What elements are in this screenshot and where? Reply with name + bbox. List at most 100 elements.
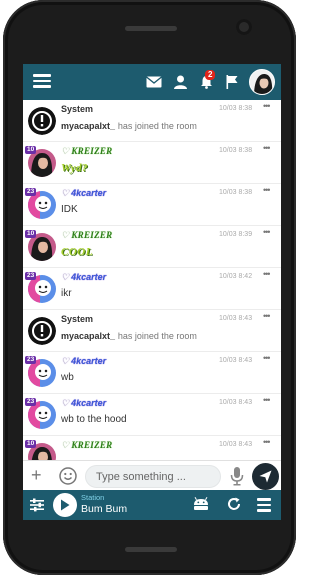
user-icon[interactable] — [167, 68, 193, 96]
timestamp: 10/03 8:38 — [219, 147, 253, 154]
list-item[interactable]: 23 ♡ 4kcarter wb 10/03 8:43 ••• — [23, 352, 281, 394]
player-menu-icon[interactable] — [257, 498, 271, 515]
system-message: has joined the room — [117, 331, 197, 341]
username[interactable]: ♡ 4kcarter — [61, 271, 106, 283]
equalizer-icon[interactable] — [29, 497, 45, 513]
more-options-icon[interactable]: ••• — [263, 101, 271, 111]
send-icon — [259, 470, 272, 483]
front-camera — [236, 19, 252, 35]
earpiece-speaker — [125, 26, 177, 31]
timestamp: 10/03 8:38 — [219, 105, 253, 112]
level-badge: 23 — [25, 398, 37, 406]
android-icon[interactable] — [192, 496, 210, 512]
radio-player-bar: Station Bum Bum — [23, 490, 281, 520]
heart-icon: ♡ — [61, 272, 70, 282]
notification-badge: 2 — [205, 70, 216, 80]
play-icon — [61, 499, 70, 511]
timestamp: 10/03 8:43 — [219, 441, 253, 448]
username[interactable]: System — [61, 313, 93, 325]
message-text: wb to the hood — [61, 414, 127, 425]
send-button[interactable] — [252, 463, 279, 490]
actor-name: myacapalxt_ — [61, 121, 116, 131]
username[interactable]: System — [61, 103, 93, 115]
chat-messages[interactable]: System myacapalxt_ has joined the room 1… — [23, 100, 281, 460]
app-screen: 2 System myacapalxt_ has joined the room… — [23, 64, 281, 520]
username-text: KREIZER — [71, 440, 113, 450]
more-options-icon[interactable]: ••• — [263, 143, 271, 153]
message-text: COOL — [61, 246, 93, 258]
message-text: myacapalxt_ has joined the room — [61, 120, 197, 133]
more-options-icon[interactable]: ••• — [263, 353, 271, 363]
list-item[interactable]: 10 ♡ KREIZER Wyd? 10/03 8:38 ••• — [23, 142, 281, 184]
flag-icon[interactable] — [219, 68, 245, 96]
more-options-icon[interactable]: ••• — [263, 227, 271, 237]
list-item[interactable]: System myacapalxt_ has joined the room 1… — [23, 310, 281, 352]
heart-icon: ♡ — [61, 356, 70, 366]
timestamp: 10/03 8:43 — [219, 315, 253, 322]
heart-icon: ♡ — [61, 146, 70, 156]
message-text: myacapalxt_ has joined the room — [61, 330, 197, 343]
level-badge: 23 — [25, 272, 37, 280]
more-options-icon[interactable]: ••• — [263, 395, 271, 405]
username[interactable]: ♡ KREIZER — [61, 439, 113, 451]
message-text: Wyd? — [61, 162, 89, 174]
microphone-icon[interactable] — [230, 466, 244, 486]
top-bar: 2 — [23, 64, 281, 100]
username[interactable]: ♡ 4kcarter — [61, 355, 106, 367]
level-badge: 10 — [25, 230, 37, 238]
username-text: 4kcarter — [71, 356, 107, 366]
level-badge: 23 — [25, 356, 37, 364]
username-text: KREIZER — [71, 146, 113, 156]
heart-icon: ♡ — [61, 230, 70, 240]
list-item[interactable]: 23 ♡ 4kcarter wb to the hood 10/03 8:43 •… — [23, 394, 281, 436]
refresh-icon[interactable] — [226, 496, 242, 512]
menu-icon[interactable] — [33, 74, 51, 88]
level-badge: 10 — [25, 440, 37, 448]
list-item[interactable]: 23 ♡ 4kcarter IDK 10/03 8:38 ••• — [23, 184, 281, 226]
system-message: has joined the room — [117, 121, 197, 131]
level-badge: 23 — [25, 188, 37, 196]
plus-icon[interactable]: + — [31, 465, 42, 485]
actor-name: myacapalxt_ — [61, 331, 116, 341]
timestamp: 10/03 8:43 — [219, 357, 253, 364]
heart-icon: ♡ — [61, 398, 70, 408]
username[interactable]: ♡ 4kcarter — [61, 397, 106, 409]
more-options-icon[interactable]: ••• — [263, 185, 271, 195]
mail-icon[interactable] — [141, 68, 167, 96]
more-options-icon[interactable]: ••• — [263, 311, 271, 321]
username[interactable]: ♡ KREIZER — [61, 229, 113, 241]
avatar[interactable] — [249, 69, 275, 95]
message-text: wb — [61, 372, 74, 383]
message-text: ikr — [61, 288, 72, 299]
message-text: IDK — [61, 204, 78, 215]
top-actions: 2 — [141, 67, 275, 97]
timestamp: 10/03 8:39 — [219, 231, 253, 238]
list-item[interactable]: 10 ♡ KREIZER COOL 10/03 8:39 ••• — [23, 226, 281, 268]
username[interactable]: ♡ KREIZER — [61, 145, 113, 157]
timestamp: 10/03 8:38 — [219, 189, 253, 196]
heart-icon: ♡ — [61, 188, 70, 198]
more-options-icon[interactable]: ••• — [263, 437, 271, 447]
username-text: 4kcarter — [71, 188, 107, 198]
bottom-speaker — [125, 547, 177, 552]
username-text: 4kcarter — [71, 398, 107, 408]
username[interactable]: ♡ 4kcarter — [61, 187, 106, 199]
username-text: KREIZER — [71, 230, 113, 240]
phone-frame: 2 System myacapalxt_ has joined the room… — [3, 0, 296, 575]
emoji-icon[interactable] — [59, 467, 77, 485]
heart-icon: ♡ — [61, 440, 70, 450]
station-label: Station — [81, 493, 105, 502]
username-text: 4kcarter — [71, 272, 107, 282]
timestamp: 10/03 8:43 — [219, 399, 253, 406]
system-avatar — [28, 317, 56, 345]
message-input[interactable] — [85, 465, 221, 488]
play-button[interactable] — [53, 493, 77, 517]
level-badge: 10 — [25, 146, 37, 154]
bell-icon[interactable]: 2 — [193, 68, 219, 96]
more-options-icon[interactable]: ••• — [263, 269, 271, 279]
composer-bar: + — [23, 460, 281, 490]
list-item[interactable]: 10 ♡ KREIZER 10/03 8:43 ••• — [23, 436, 281, 460]
list-item[interactable]: 23 ♡ 4kcarter ikr 10/03 8:42 ••• — [23, 268, 281, 310]
station-name: Bum Bum — [81, 503, 128, 515]
list-item[interactable]: System myacapalxt_ has joined the room 1… — [23, 100, 281, 142]
